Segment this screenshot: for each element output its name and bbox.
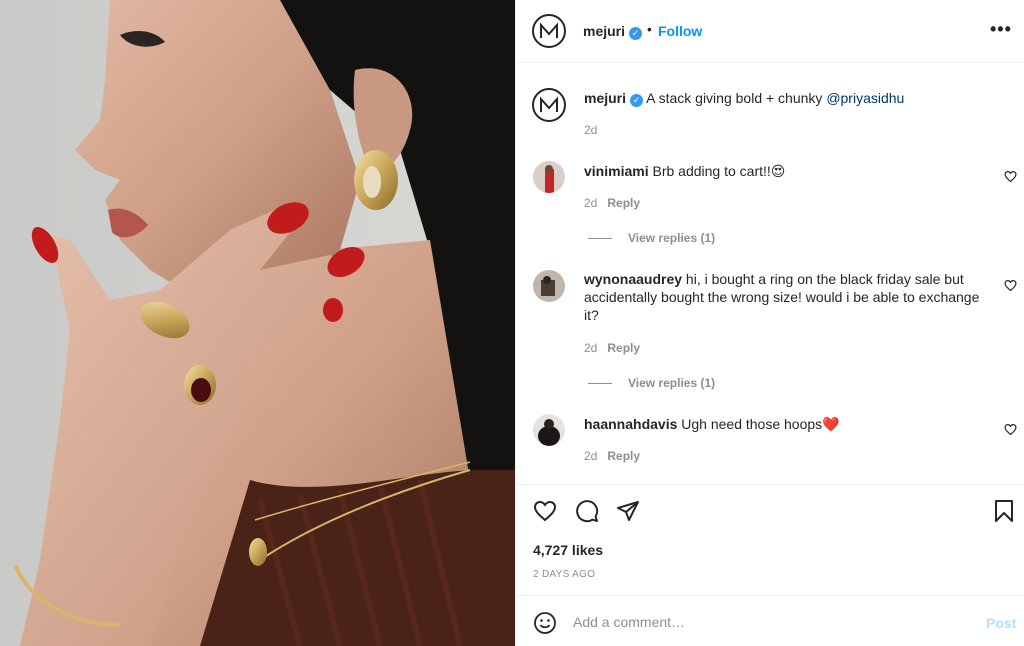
comment-username[interactable]: haannahdavis [584, 416, 677, 432]
post-timestamp[interactable]: 2 DAYS AGO [533, 569, 595, 580]
caption-time: 2d [584, 123, 597, 137]
comment-timestamp[interactable]: 2d [584, 449, 597, 463]
verified-badge-icon: ✓ [630, 94, 644, 107]
comment-meta: 2d Reply [584, 196, 640, 210]
avatar-image [533, 414, 565, 446]
comment-text: wynonaaudrey hi, i bought a ring on the … [584, 270, 989, 324]
comment-meta: 2d Reply [584, 341, 640, 355]
caption-body: A stack giving bold + chunky [646, 90, 827, 106]
comment-emoji: 😍 [770, 163, 786, 179]
header-username[interactable]: mejuri ✓ [583, 23, 643, 40]
replies-divider [588, 383, 612, 385]
mejuri-logo-icon [540, 96, 558, 112]
post-header: mejuri ✓ • Follow ••• [516, 0, 1024, 63]
comments-list[interactable]: mejuri ✓ A stack giving bold + chunky @pr… [516, 64, 1024, 484]
comment-meta: 2d Reply [584, 449, 640, 463]
avatar-image [533, 270, 565, 302]
comment-username[interactable]: wynonaaudrey [584, 271, 682, 287]
comment-body: Ugh need those hoops [681, 416, 823, 432]
heart-icon[interactable] [533, 499, 557, 523]
avatar-image [533, 161, 565, 193]
view-replies-button[interactable]: View replies (1) [588, 231, 715, 245]
caption-avatar[interactable] [532, 88, 566, 122]
post-photo-illustration [0, 0, 515, 646]
like-comment-heart-icon[interactable] [1004, 170, 1017, 183]
follow-button[interactable]: Follow [658, 23, 702, 39]
header-separator: • [647, 21, 652, 37]
caption-username[interactable]: mejuri [584, 90, 626, 106]
more-options-icon[interactable]: ••• [990, 19, 1012, 40]
reply-button[interactable]: Reply [607, 196, 640, 210]
commenter-avatar[interactable] [533, 270, 565, 302]
mejuri-logo-icon [540, 22, 558, 38]
replies-divider [588, 238, 612, 240]
comment-username[interactable]: vinimiami [584, 163, 649, 179]
post-side-panel: mejuri ✓ • Follow ••• mejuri ✓ A stack giv… [515, 0, 1024, 646]
reply-button[interactable]: Reply [607, 449, 640, 463]
view-replies-label[interactable]: View replies (1) [628, 376, 715, 390]
view-replies-label[interactable]: View replies (1) [628, 231, 715, 245]
like-comment-heart-icon[interactable] [1004, 279, 1017, 292]
comment-input[interactable] [573, 610, 963, 634]
reply-button[interactable]: Reply [607, 341, 640, 355]
emoji-icon[interactable] [533, 611, 557, 635]
share-icon[interactable] [616, 499, 640, 523]
comment-text: vinimiami Brb adding to cart!!😍 [584, 162, 989, 180]
verified-badge-icon: ✓ [629, 27, 643, 40]
comment-body: Brb adding to cart!! [652, 163, 771, 179]
caption-text: mejuri ✓ A stack giving bold + chunky @pr… [584, 89, 989, 107]
caption-timestamp[interactable]: 2d [584, 123, 597, 137]
comment-timestamp[interactable]: 2d [584, 196, 597, 210]
mejuri-avatar[interactable] [532, 14, 566, 48]
commenter-avatar[interactable] [533, 414, 565, 446]
caption-mention-link[interactable]: @priyasidhu [826, 90, 904, 106]
like-comment-heart-icon[interactable] [1004, 423, 1017, 436]
add-comment-bar: Post [516, 595, 1024, 646]
likes-count[interactable]: 4,727 likes [533, 542, 603, 558]
header-username-text[interactable]: mejuri [583, 23, 625, 39]
post-actions: 4,727 likes 2 DAYS AGO [516, 484, 1024, 594]
bookmark-icon[interactable] [992, 499, 1016, 523]
comment-emoji: ❤️ [822, 416, 840, 432]
comment-icon[interactable] [575, 499, 599, 523]
commenter-avatar[interactable] [533, 161, 565, 193]
post-photo[interactable] [0, 0, 515, 646]
post-comment-button[interactable]: Post [986, 615, 1016, 631]
view-replies-button[interactable]: View replies (1) [588, 376, 715, 390]
comment-timestamp[interactable]: 2d [584, 341, 597, 355]
comment-text: haannahdavis Ugh need those hoops❤️ [584, 415, 989, 433]
